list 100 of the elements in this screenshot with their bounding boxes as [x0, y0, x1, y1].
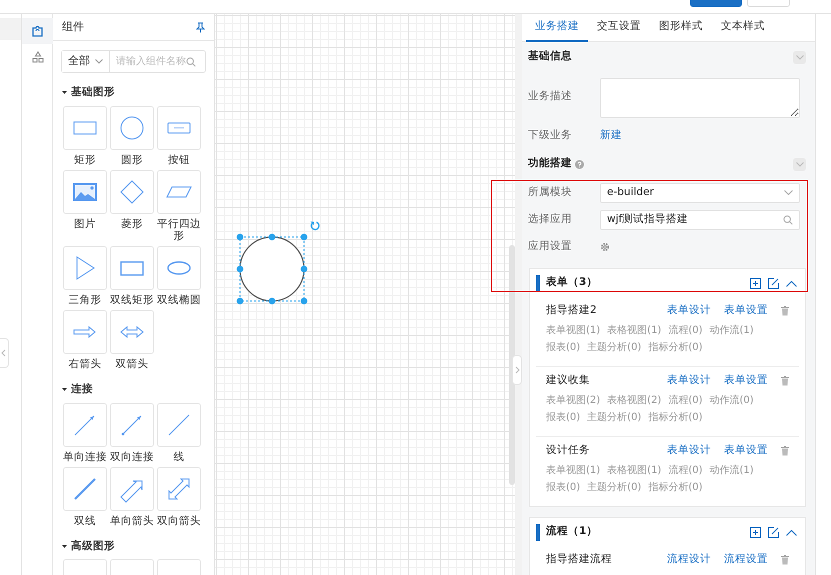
rail-tab[interactable]: [22, 18, 53, 44]
component-tile[interactable]: [157, 106, 201, 150]
collapse-button[interactable]: [793, 158, 806, 170]
tile-label: 矩形: [73, 154, 97, 166]
app-search-field[interactable]: wjf测试指导搭建: [600, 210, 800, 230]
tile-label: 双线: [73, 514, 97, 526]
component-tile[interactable]: [110, 402, 154, 446]
tile-label: 按钮: [167, 154, 191, 166]
group-title: 连接: [71, 382, 93, 397]
component-tile[interactable]: [110, 106, 154, 150]
stat-count: 动作流(1): [710, 324, 754, 338]
description-field[interactable]: [600, 78, 800, 118]
stat-count: 报表(0): [546, 480, 580, 495]
tile-label: 双线椭圆: [156, 294, 202, 306]
stat-count: 表格视图(1): [607, 464, 662, 478]
component-tile[interactable]: [63, 310, 107, 354]
tile-label: 平行四边形: [156, 218, 202, 242]
settings-icon[interactable]: [600, 242, 610, 252]
action-link[interactable]: 流程设计: [667, 552, 711, 568]
item-name: 指导搭建2: [546, 303, 598, 318]
field-label: 业务描述: [528, 89, 573, 104]
tile-label: 双箭头: [114, 358, 150, 370]
section-title: 功能搭建: [528, 156, 572, 172]
component-tile[interactable]: [110, 170, 154, 214]
action-link[interactable]: 表单设计: [667, 303, 711, 319]
tab[interactable]: 文本样式: [712, 14, 774, 42]
tile-label: 图片: [73, 218, 97, 230]
action-link[interactable]: 表单设置: [724, 443, 768, 459]
component-tile[interactable]: [63, 170, 107, 214]
tab[interactable]: 业务搭建: [526, 14, 588, 42]
stat-count: 报表(0): [546, 340, 580, 355]
chevron-left-icon: [1, 349, 6, 357]
component-tile[interactable]: [110, 310, 154, 354]
delete-icon[interactable]: [781, 555, 789, 565]
collapse-button[interactable]: [0, 338, 9, 368]
stat-count: 报表(0): [546, 410, 580, 425]
item-name: 建议收集: [546, 373, 591, 388]
module-select[interactable]: e-builder: [600, 182, 800, 202]
collapse-button[interactable]: [793, 50, 806, 64]
expand-button[interactable]: [512, 355, 522, 385]
caret-down-icon[interactable]: [62, 90, 67, 96]
component-tile[interactable]: [63, 466, 107, 510]
edit-icon[interactable]: [768, 526, 779, 538]
search-icon: [783, 214, 793, 224]
component-tile[interactable]: [63, 106, 107, 150]
pin-icon[interactable]: [196, 22, 205, 32]
component-tile[interactable]: [63, 246, 107, 290]
field-label: 下级业务: [528, 128, 573, 143]
tile-label: 菱形: [120, 218, 144, 230]
panel-title: 组件: [62, 18, 84, 35]
delete-icon[interactable]: [781, 376, 789, 386]
scrollbar[interactable]: [509, 245, 515, 485]
tile-label: 右箭头: [68, 358, 102, 370]
stat-count: 表单视图(1): [546, 324, 600, 338]
tile-label: 双向连接: [109, 450, 155, 462]
field-label: 所属模块: [528, 184, 573, 200]
stat-count: 指标分析(0): [648, 340, 703, 355]
field-label: 应用设置: [528, 238, 573, 254]
tile-label: 圆形: [120, 154, 144, 166]
field-label: 选择应用: [528, 212, 573, 227]
stat-count: 表格视图(2): [607, 394, 662, 408]
group-title: 基础图形: [71, 85, 115, 100]
component-tile[interactable]: [157, 466, 201, 510]
tab[interactable]: 图形样式: [650, 14, 712, 42]
add-icon[interactable]: [750, 526, 761, 538]
field-value: e-builder: [607, 184, 654, 200]
stat-count: 表格视图(1): [607, 324, 662, 338]
stat-count: 流程(0): [668, 324, 703, 338]
delete-icon[interactable]: [781, 306, 789, 316]
action-link[interactable]: 表单设计: [667, 443, 711, 459]
action-link[interactable]: 表单设置: [724, 373, 768, 389]
component-tile[interactable]: [110, 466, 154, 510]
item-name: 指导搭建流程: [546, 552, 613, 568]
caret-down-icon[interactable]: [62, 387, 67, 392]
component-tile[interactable]: [157, 246, 201, 290]
component-tile[interactable]: [63, 402, 107, 446]
chevron-up-icon[interactable]: [786, 528, 797, 536]
action-link[interactable]: 表单设置: [724, 303, 768, 319]
add-icon[interactable]: [750, 278, 761, 288]
component-tile[interactable]: [157, 170, 201, 214]
component-tile[interactable]: [157, 402, 201, 446]
stat-count: 动作流(1): [710, 464, 754, 478]
field-value: wjf测试指导搭建: [607, 212, 688, 227]
card-title: 流程（1）: [546, 524, 598, 540]
stat-count: 主题分析(0): [587, 340, 642, 355]
action-link[interactable]: 表单设计: [667, 373, 711, 389]
help-icon[interactable]: [574, 160, 584, 168]
action-link[interactable]: 流程设置: [724, 552, 768, 568]
stat-count: 主题分析(0): [587, 410, 642, 425]
caret-down-icon[interactable]: [62, 544, 67, 549]
stat-count: 动作流(0): [710, 394, 754, 408]
tab[interactable]: 交互设置: [588, 14, 650, 42]
chevron-up-icon[interactable]: [786, 280, 797, 286]
chevron-down-icon: [796, 162, 804, 166]
component-tile[interactable]: [110, 246, 154, 290]
stat-count: 指标分析(0): [648, 480, 703, 495]
rotate-icon[interactable]: [310, 222, 320, 230]
delete-icon[interactable]: [781, 446, 789, 456]
edit-icon[interactable]: [768, 278, 779, 288]
new-link[interactable]: 新建: [600, 128, 622, 144]
